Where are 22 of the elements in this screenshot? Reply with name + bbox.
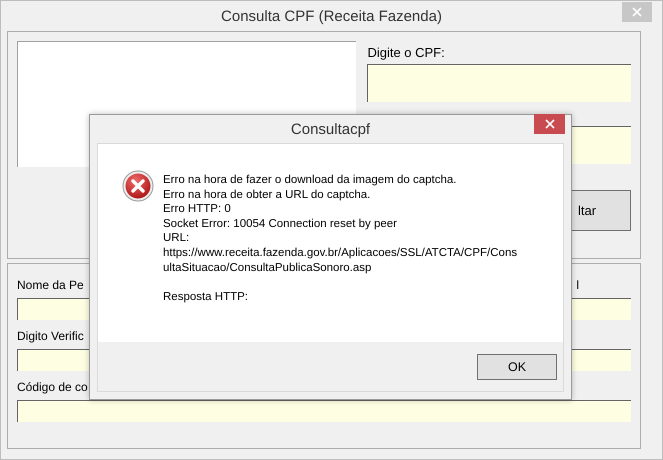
error-icon	[122, 170, 154, 202]
close-icon	[632, 7, 642, 17]
close-button[interactable]	[534, 114, 565, 134]
cpf-field[interactable]	[367, 64, 631, 102]
text-field[interactable]	[17, 400, 631, 422]
cpf-label: Digite o CPF:	[367, 45, 446, 61]
field-label: l	[576, 278, 579, 294]
response-label: Resposta HTTP:	[163, 290, 248, 304]
dialog-title: Consultacpf	[290, 120, 370, 138]
close-icon	[544, 119, 554, 129]
field-label: Digito Verific	[17, 329, 84, 345]
error-message-line: Socket Error: 10054 Connection reset by peer	[163, 216, 397, 232]
error-message-line: https://www.receita.fazenda.gov.br/Aplicacoes/SSL/ATCTA/CPF/Cons	[163, 246, 518, 261]
error-message-line: Erro na hora de obter a URL do captcha.	[163, 188, 370, 202]
error-message-line: Erro HTTP: 0	[163, 202, 231, 217]
field-label: Nome da Pe	[17, 278, 84, 294]
field-label: Código de co	[17, 380, 88, 396]
error-message-line: ultaSituacao/ConsultaPublicaSonoro.asp	[163, 260, 372, 276]
error-message-line: URL:	[163, 231, 190, 246]
window-title: Consulta CPF (Receita Fazenda)	[221, 8, 442, 24]
error-message-line: Erro na hora de fazer o download da imagem do captcha.	[163, 173, 456, 188]
ok-button[interactable]: OK	[477, 354, 557, 380]
